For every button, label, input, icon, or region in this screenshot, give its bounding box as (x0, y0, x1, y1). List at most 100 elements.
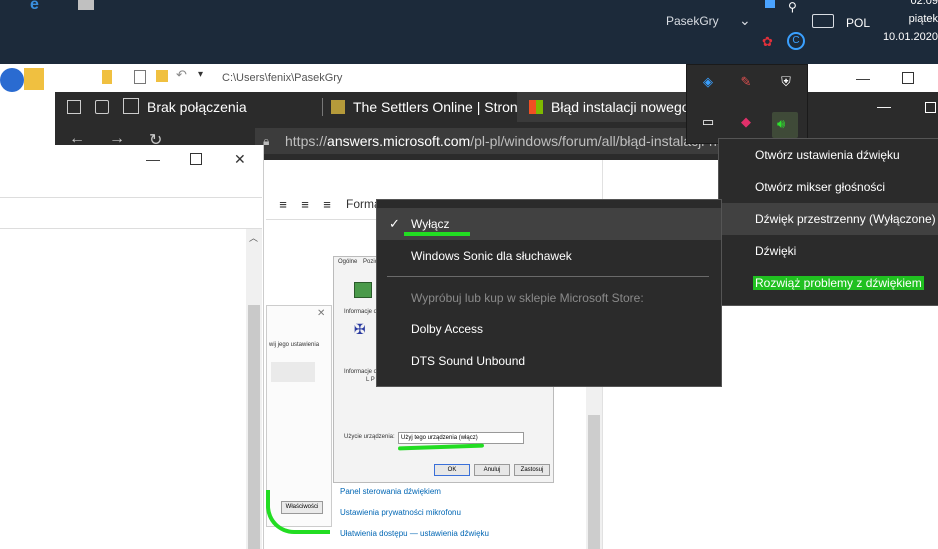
menu-label: Windows Sonic dla słuchawek (411, 249, 572, 263)
lp-label: L P (366, 377, 375, 383)
menu-label: Wypróbuj lub kup w sklepie Microsoft Sto… (411, 291, 644, 305)
left-dialog-window: — ✕ ︿ (0, 145, 264, 549)
menu-windows-sonic[interactable]: Windows Sonic dla słuchawek (377, 240, 721, 272)
tab-manager-icon[interactable] (67, 100, 81, 114)
undo-icon[interactable]: ↶ (176, 67, 187, 83)
close-button[interactable]: ✕ (234, 151, 246, 168)
close-icon: ✕ (317, 308, 326, 319)
new-folder-icon[interactable] (156, 70, 168, 82)
menu-label: DTS Sound Unbound (411, 354, 526, 368)
align-right-icon[interactable]: ≡ (318, 197, 336, 215)
speaker-icon: 🔊︎ (777, 116, 786, 131)
cancel-button: Anuluj (474, 464, 510, 476)
explorer-maximize-button[interactable] (902, 72, 914, 84)
folder-small-icon (102, 70, 112, 84)
clock-day: piątek (908, 13, 938, 25)
device-list (271, 362, 315, 382)
menu-label: Otwórz ustawienia dźwięku (755, 148, 900, 162)
tool-icon[interactable]: ✎ (737, 73, 755, 91)
align-center-icon[interactable]: ≡ (296, 197, 314, 215)
checkmark-icon: ✓ (389, 216, 400, 231)
menu-dolby-access[interactable]: Dolby Access (377, 313, 721, 345)
app-red-icon[interactable]: ✿ (762, 34, 773, 50)
clock-time: 02:09 (910, 0, 938, 7)
document-icon (123, 98, 139, 114)
tab-general: Ogólne (338, 259, 358, 265)
app-taskbar-icon[interactable] (78, 0, 94, 10)
realtek-icon: ✠ (354, 321, 366, 337)
usage-select: Użyj tego urządzenia (włącz) (398, 432, 524, 444)
keyboard-icon[interactable] (812, 14, 834, 28)
quick-access-chevron-icon[interactable]: ▾ (198, 69, 203, 80)
app-blue-icon[interactable]: ◈ (699, 73, 717, 91)
tab-label: The Settlers Online | Strona (353, 99, 517, 115)
menu-store-hint: Wypróbuj lub kup w sklepie Microsoft Sto… (377, 282, 721, 314)
menu-label: Dźwięk przestrzenny (Wyłączone) (755, 212, 936, 226)
menu-sounds[interactable]: Dźwięki (719, 235, 938, 267)
folder-icon (24, 68, 44, 90)
url-host: answers.microsoft.com (327, 133, 471, 149)
menu-separator (387, 276, 709, 277)
menu-label: Wyłącz (411, 217, 450, 231)
link-mic-privacy[interactable]: Ustawienia prywatności mikrofonu (340, 508, 461, 517)
menu-open-sound-settings[interactable]: Otwórz ustawienia dźwięku (719, 139, 938, 171)
scroll-up-icon[interactable]: ︿ (249, 231, 258, 244)
apply-button: Zastosuj (514, 464, 550, 476)
desktop-icon[interactable] (0, 68, 24, 92)
menu-spatial-sound[interactable]: Dźwięk przestrzenny (Wyłączone) (719, 203, 938, 235)
explorer-path[interactable]: C:\Users\fenix\PasekGry (222, 72, 342, 84)
sound-context-menu: Otwórz ustawienia dźwięku Otwórz mikser … (718, 138, 938, 306)
window-minimize-button[interactable]: — (877, 98, 891, 114)
language-indicator[interactable]: POL (846, 16, 870, 30)
menu-troubleshoot-sound[interactable]: Rozwiąż problemy z dźwiękiem (719, 267, 938, 299)
window-maximize-button[interactable] (925, 102, 936, 113)
page-scrollbar-thumb[interactable] (588, 415, 600, 549)
battery-icon[interactable]: ▭ (699, 113, 717, 131)
annotation-menu-underline (404, 232, 470, 236)
clock[interactable]: 02:09 piątek 10.01.2020 (880, 0, 938, 46)
annotation-circle (266, 490, 330, 534)
url-prefix: https:// (285, 133, 328, 149)
device-icon (354, 282, 372, 298)
clock-date: 10.01.2020 (882, 31, 938, 43)
edge-taskbar-icon[interactable]: e (30, 0, 48, 13)
security-shield-icon[interactable]: ⛨ (777, 73, 795, 91)
info-label-1: Informacje o (344, 309, 378, 315)
volume-tray-button[interactable]: 🔊︎ (772, 112, 798, 138)
menu-dts-sound[interactable]: DTS Sound Unbound (377, 345, 721, 377)
properties-icon[interactable] (134, 70, 146, 84)
maximize-button[interactable] (190, 153, 202, 165)
onedrive-icon[interactable] (765, 0, 775, 8)
chevron-down-icon[interactable]: ⌄ (739, 12, 751, 29)
info-label-2: Informacje o (344, 369, 378, 375)
tab-separator (322, 98, 323, 116)
props-tabs: Ogólne Pozio (338, 259, 378, 265)
ok-button: OK (434, 464, 470, 476)
app-pink-icon[interactable]: ◆ (737, 113, 755, 131)
menu-open-volume-mixer[interactable]: Otwórz mikser głośności (719, 171, 938, 203)
menu-label: Otwórz mikser głośności (755, 180, 886, 194)
taskbar: e PasekGry ⌄ ⚲ ✿ C POL 02:09 piątek 10.0… (0, 0, 938, 64)
microsoft-logo-icon (529, 100, 543, 114)
link-sound-control-panel[interactable]: Panel sterowania dźwiękiem (340, 487, 441, 496)
scrollbar-thumb[interactable] (248, 305, 260, 549)
explorer-minimize-button[interactable]: — (856, 70, 870, 86)
minimize-button[interactable]: — (146, 151, 160, 167)
align-left-icon[interactable]: ≡ (274, 197, 292, 215)
tab-settlers[interactable]: The Settlers Online | Strona (331, 92, 517, 122)
tab-label: Błąd instalacji nowego w (551, 99, 703, 115)
tab-no-connection[interactable]: Brak połączenia (123, 92, 323, 122)
menu-label: Rozwiąż problemy z dźwiękiem (753, 276, 924, 290)
dialog-toolbar (0, 197, 262, 229)
tab-label: Brak połączenia (147, 99, 247, 115)
usage-label: Użycie urządzenia: (344, 434, 395, 440)
tab-answers[interactable]: Błąd instalacji nowego w (517, 92, 703, 122)
network-icon[interactable]: ⚲ (788, 0, 797, 14)
side-dialog-text: wij jego ustawienia (269, 342, 320, 348)
spatial-sound-submenu: ✓ Wyłącz Windows Sonic dla słuchawek Wyp… (376, 199, 722, 387)
toolbar-label[interactable]: PasekGry (666, 14, 719, 28)
set-aside-icon[interactable] (95, 100, 109, 114)
ccleaner-icon[interactable]: C (787, 32, 805, 50)
menu-label: Dolby Access (411, 322, 484, 336)
link-accessibility-sound[interactable]: Ułatwienia dostępu — ustawienia dźwięku (340, 529, 489, 538)
